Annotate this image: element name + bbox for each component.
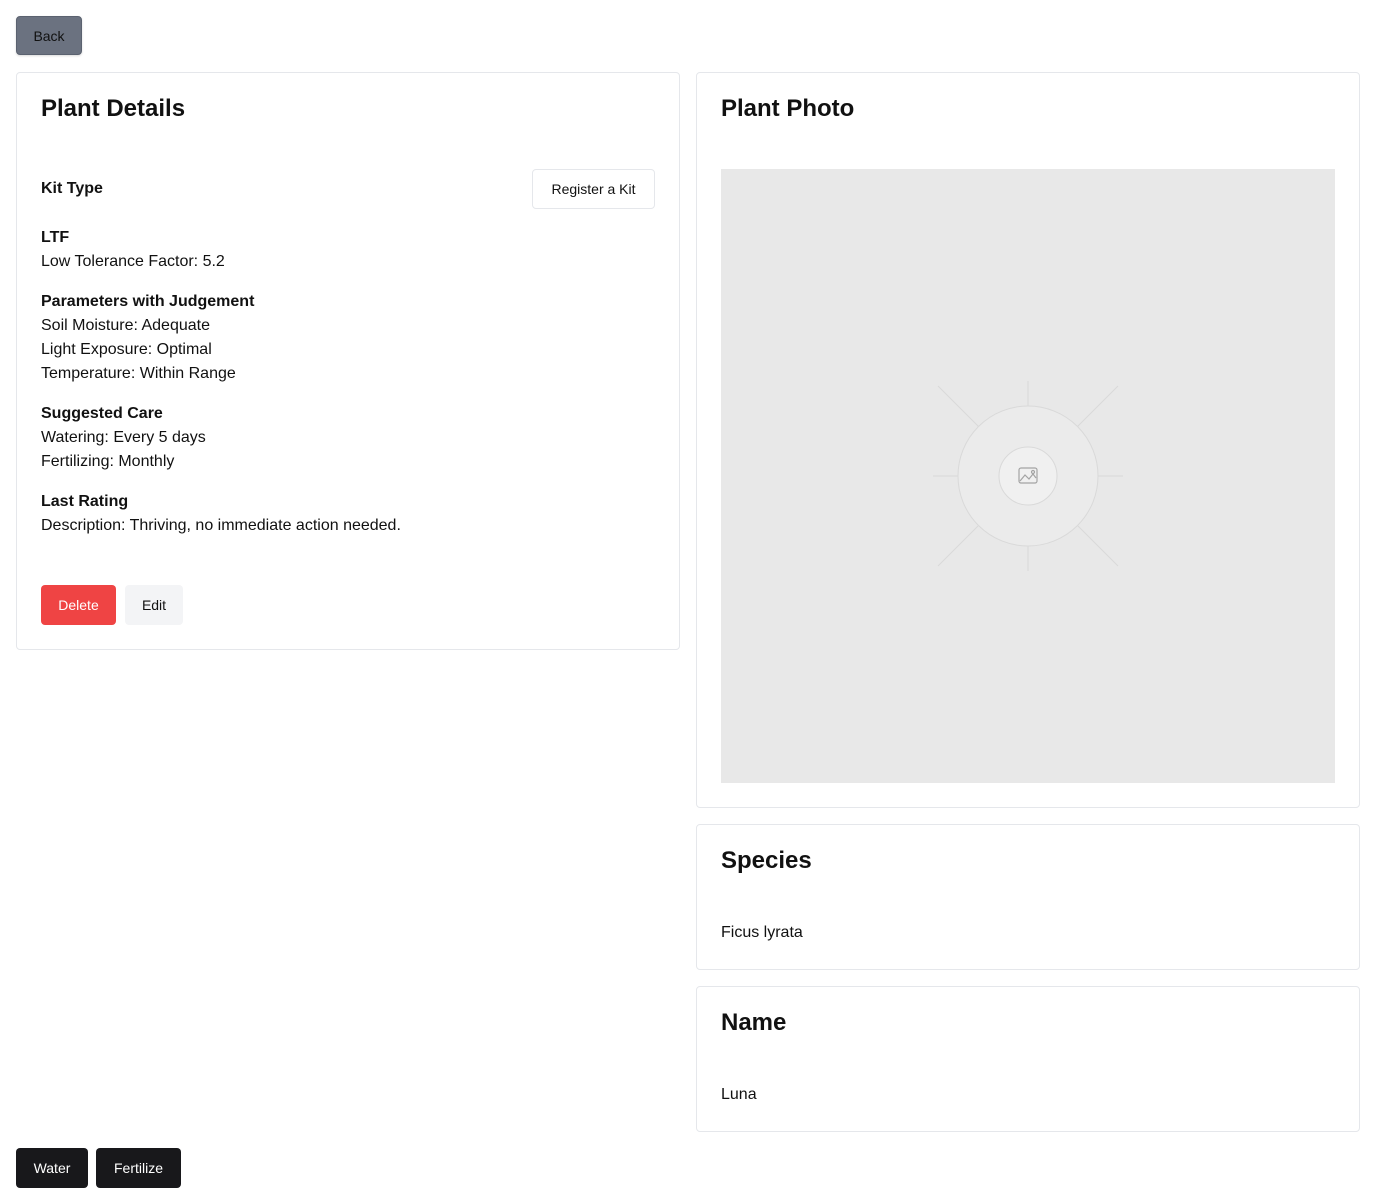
- name-value: Luna: [721, 1086, 757, 1103]
- parameters-section: Parameters with Judgement Soil Moisture:…: [41, 290, 254, 386]
- ltf-section: LTF Low Tolerance Factor: 5.2: [41, 226, 225, 274]
- plant-photo-placeholder: [721, 169, 1335, 783]
- delete-button[interactable]: Delete: [41, 585, 116, 625]
- suggested-care-section: Suggested Care Watering: Every 5 days Fe…: [41, 402, 206, 474]
- image-placeholder-icon: [933, 381, 1123, 571]
- temperature-line: Temperature: Within Range: [41, 365, 236, 382]
- soil-moisture-line: Soil Moisture: Adequate: [41, 317, 210, 334]
- kit-type-label: Kit Type: [41, 180, 103, 197]
- plant-photo-title: Plant Photo: [721, 95, 855, 122]
- plant-details-title: Plant Details: [41, 95, 186, 122]
- ltf-heading: LTF: [41, 229, 70, 246]
- watering-line: Watering: Every 5 days: [41, 429, 206, 446]
- fertilize-button[interactable]: Fertilize: [96, 1148, 181, 1188]
- rating-description: Description: Thriving, no immediate acti…: [41, 517, 401, 534]
- fertilizing-line: Fertilizing: Monthly: [41, 453, 175, 470]
- water-button[interactable]: Water: [16, 1148, 88, 1188]
- name-card: Name Luna: [696, 986, 1360, 1132]
- edit-button[interactable]: Edit: [125, 585, 183, 625]
- light-exposure-line: Light Exposure: Optimal: [41, 341, 212, 358]
- back-button[interactable]: Back: [16, 16, 82, 55]
- ltf-value: Low Tolerance Factor: 5.2: [41, 253, 225, 270]
- last-rating-section: Last Rating Description: Thriving, no im…: [41, 490, 401, 538]
- plant-details-card: Plant Details Kit Type Register a Kit LT…: [16, 72, 680, 650]
- suggested-care-heading: Suggested Care: [41, 405, 163, 422]
- last-rating-heading: Last Rating: [41, 493, 129, 510]
- plant-photo-card: Plant Photo: [696, 72, 1360, 808]
- parameters-heading: Parameters with Judgement: [41, 293, 255, 310]
- register-kit-button[interactable]: Register a Kit: [532, 169, 655, 209]
- species-value: Ficus lyrata: [721, 924, 803, 941]
- species-title: Species: [721, 847, 812, 874]
- name-title: Name: [721, 1009, 787, 1036]
- species-card: Species Ficus lyrata: [696, 824, 1360, 970]
